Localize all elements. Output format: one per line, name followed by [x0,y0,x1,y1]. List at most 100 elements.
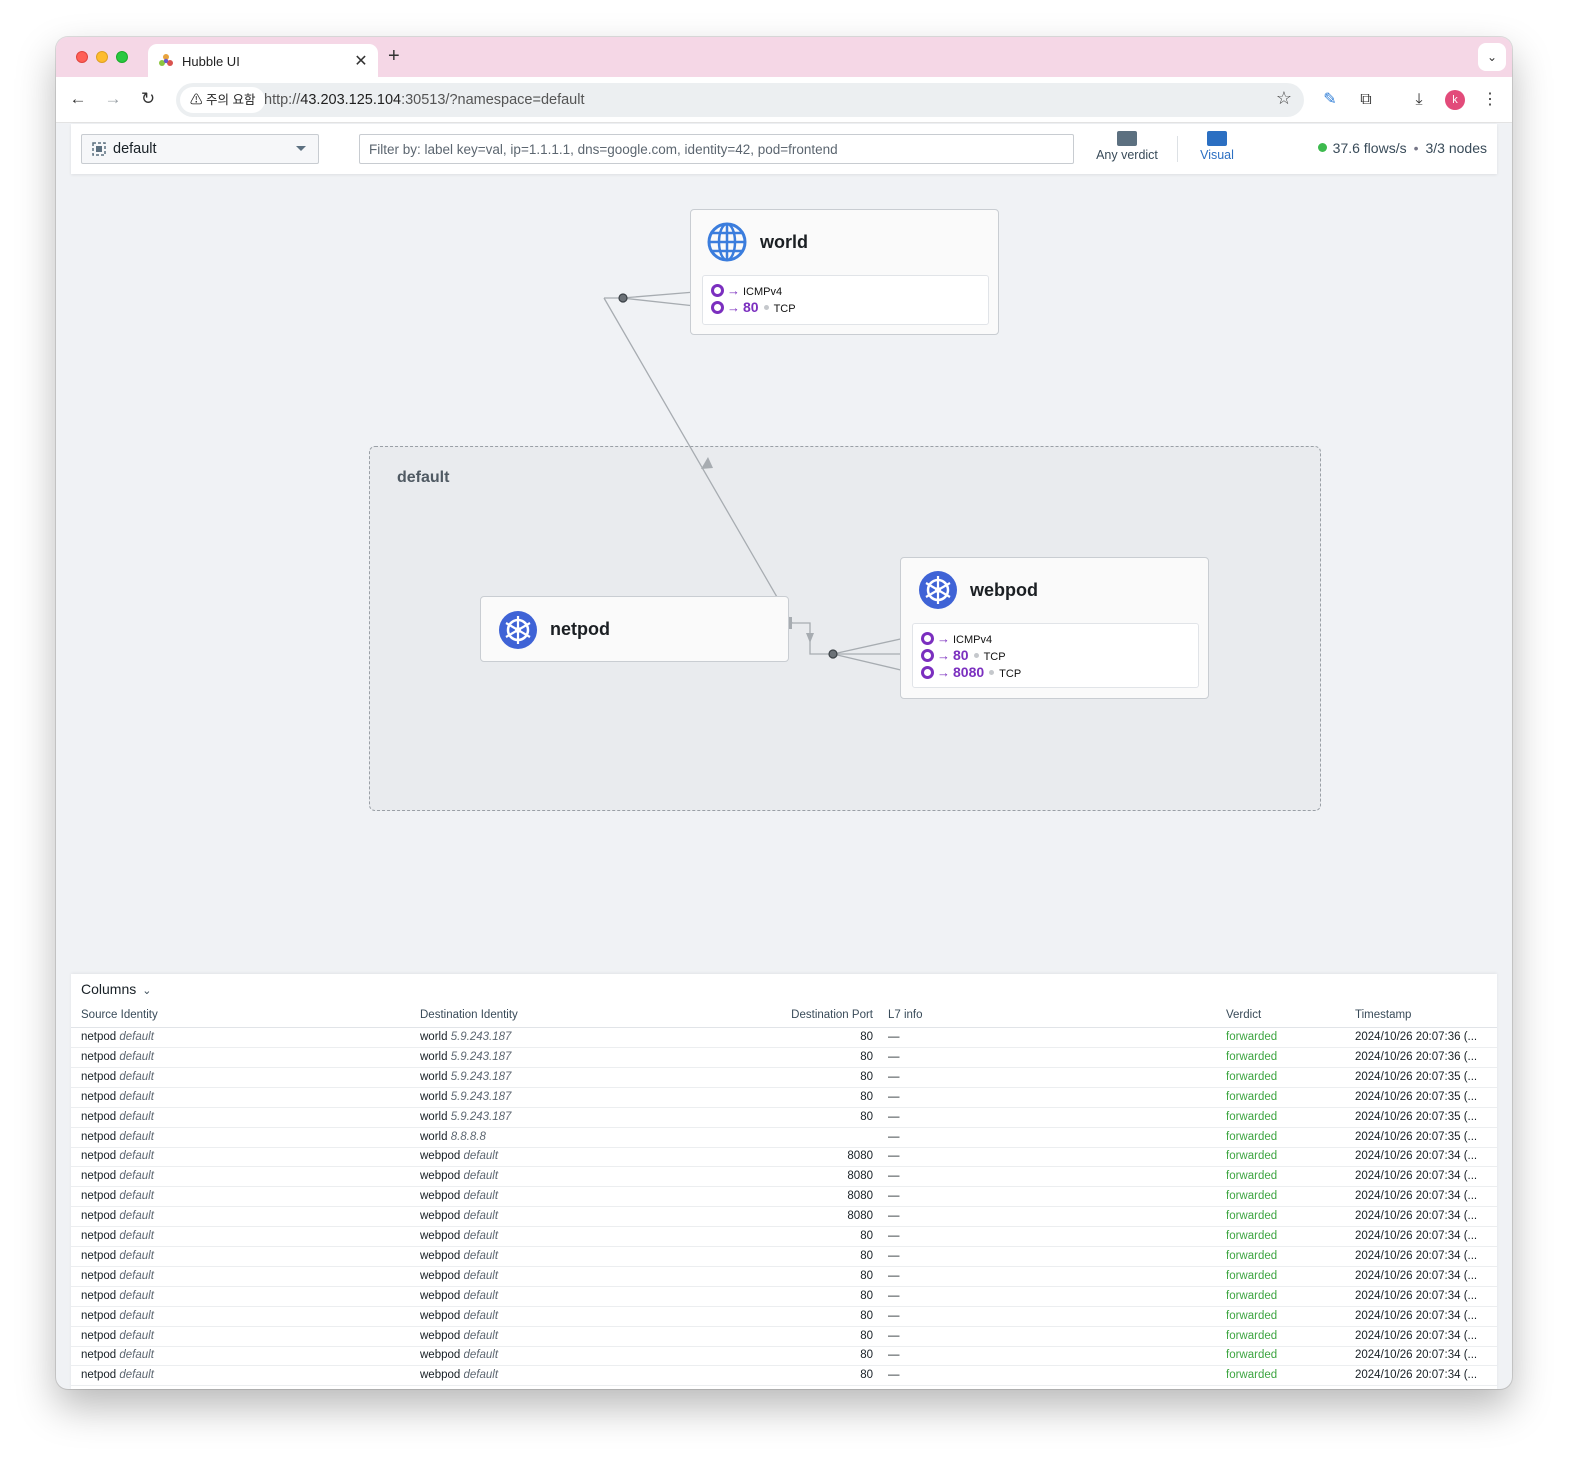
stats-separator: • [1413,140,1419,156]
destination-identity-cell: world 8.8.8.8 [420,1131,486,1143]
table-row[interactable]: netpod default webpod default 8080— forward… [71,1207,1497,1228]
webpod-card[interactable]: webpod → ICMPv4 → 80 TCP → 8080 TCP [900,557,1209,699]
kubernetes-icon [499,611,537,649]
extension-pen-icon[interactable]: ✎ [1317,87,1343,113]
profile-avatar[interactable]: k [1445,90,1465,110]
table-row[interactable]: netpod default world 5.9.243.187 80 — forwar… [71,1048,1497,1068]
table-row[interactable]: netpod default webpod default 80— forwarded… [71,1287,1497,1307]
url-scheme: http:// [264,92,301,108]
close-tab-icon[interactable]: ✕ [352,51,370,71]
new-tab-button[interactable]: + [388,45,400,68]
header-timestamp[interactable]: Timestamp [1355,1009,1411,1021]
verdict-filter-button[interactable]: Any verdict [1091,131,1163,167]
table-row[interactable]: netpod default world 5.9.243.187 80 — forwar… [71,1068,1497,1088]
table-row[interactable]: netpod default webpod default 80— forwarded… [71,1346,1497,1367]
arrow-right-icon: → [727,300,740,315]
url-path: :30513/?namespace=default [401,92,585,108]
visual-toggle-button[interactable]: Visual [1193,131,1241,167]
source-namespace: default [119,1150,154,1163]
source-identity-cell: netpod default [81,1091,154,1103]
filter-input[interactable] [359,134,1074,164]
port-protocol: ICMPv4 [743,286,783,298]
destination-name: webpod [420,1190,461,1203]
close-window-button[interactable] [76,51,88,63]
separator-dot [763,305,769,310]
maximize-window-button[interactable] [116,51,128,63]
destination-detail: 8.8.8.8 [450,1130,486,1143]
address-bar[interactable]: ⚠ 주의 요함 http://43.203.125.104:30513/?nam… [176,83,1304,117]
destination-identity-cell: webpod default [420,1150,498,1162]
columns-dropdown-button[interactable]: Columns ⌄ [81,981,151,997]
hubble-top-bar: default Any verdict Visual 37.6 flows/s •… [71,124,1497,174]
world-port-80[interactable]: → 80 TCP [711,299,796,315]
header-destination-port[interactable]: Destination Port [771,1009,873,1021]
destination-name: webpod [420,1349,461,1362]
timestamp-cell: 2024/10/26 20:07:34 (... [1355,1170,1478,1183]
table-row[interactable]: netpod default webpod default 80— forwarded… [71,1247,1497,1267]
security-warning-chip[interactable]: ⚠ 주의 요함 [180,87,266,113]
header-l7-info[interactable]: L7 info [888,1009,923,1021]
destination-port-cell: 8080 [847,1210,873,1223]
destination-name: webpod [420,1309,461,1322]
menu-kebab-icon[interactable]: ⋮ [1477,87,1503,113]
table-row[interactable]: netpod default world 8.8.8.8 — forwarded 202… [71,1128,1497,1148]
destination-port-cell: 8080 [847,1190,873,1203]
nodes-count: 3/3 nodes [1425,140,1488,156]
netpod-card[interactable]: netpod [480,596,789,662]
table-row[interactable]: netpod default world 5.9.243.187 80 — forwar… [71,1108,1497,1128]
table-row[interactable]: netpod default webpod default 80— forwarded… [71,1307,1497,1327]
table-row[interactable]: netpod default webpod default 80— forwarded… [71,1366,1497,1387]
destination-port-cell: 80 [860,1349,873,1362]
header-source-identity[interactable]: Source Identity [81,1009,158,1021]
bookmark-star-icon[interactable]: ☆ [1276,88,1292,109]
header-destination-identity[interactable]: Destination Identity [420,1009,518,1021]
forward-arrow-icon[interactable]: → [101,87,125,111]
world-port-icmp[interactable]: → ICMPv4 [711,283,782,299]
verdict-label: Any verdict [1096,148,1158,162]
timestamp-cell: 2024/10/26 20:07:34 (... [1355,1309,1478,1322]
destination-name: world [420,1070,448,1083]
back-arrow-icon[interactable]: ← [66,87,90,111]
timestamp-cell: 2024/10/26 20:07:34 (... [1355,1210,1478,1223]
table-row[interactable]: netpod default world 5.9.243.187 80 — forwar… [71,1088,1497,1108]
tab-search-chevron-icon[interactable]: ⌄ [1478,43,1506,71]
header-verdict[interactable]: Verdict [1226,1009,1261,1021]
webpod-port-icmp[interactable]: → ICMPv4 [921,631,992,647]
table-row[interactable]: netpod default webpod default 80— forwarded… [71,1227,1497,1247]
extensions-puzzle-icon[interactable]: ⧉ [1353,87,1379,113]
destination-identity-cell: webpod default [420,1310,498,1322]
world-card[interactable]: world → ICMPv4 → 80 TCP [690,209,999,335]
destination-name: webpod [420,1329,461,1342]
arrow-right-icon: → [937,631,950,646]
destination-detail: 5.9.243.187 [450,1070,512,1083]
minimize-window-button[interactable] [96,51,108,63]
l7-info-cell: — [888,1309,900,1322]
webpod-port-8080[interactable]: → 8080 TCP [921,664,1021,680]
port-ring-icon [921,649,934,662]
table-row[interactable]: netpod default world 5.9.243.187 80 — forwar… [71,1028,1497,1048]
table-row[interactable]: netpod default webpod default 80— forwarded… [71,1267,1497,1287]
download-icon[interactable]: ⤓ [1406,87,1432,113]
table-row[interactable]: netpod default webpod default 8080— forward… [71,1167,1497,1188]
table-row[interactable]: netpod default webpod default 80— forwarded… [71,1327,1497,1347]
l7-info-cell: — [888,1070,900,1083]
service-map[interactable]: default world → ICMPv4 → 80 TCP netpod w… [56,174,1512,974]
reload-icon[interactable]: ↻ [136,87,160,111]
table-row[interactable]: netpod default webpod default 8080— forward… [71,1147,1497,1168]
tab-hubble-ui[interactable]: Hubble UI ✕ [148,44,378,77]
url-text[interactable]: http://43.203.125.104:30513/?namespace=d… [264,92,585,108]
source-namespace: default [119,1349,154,1362]
webpod-port-80[interactable]: → 80 TCP [921,647,1006,663]
source-identity-cell: netpod default [81,1230,154,1242]
port-number: 8080 [953,664,985,680]
namespace-selector[interactable]: default [81,134,319,164]
source-identity-cell: netpod default [81,1310,154,1322]
timestamp-cell: 2024/10/26 20:07:34 (... [1355,1190,1478,1203]
timestamp-cell: 2024/10/26 20:07:34 (... [1355,1289,1478,1302]
port-protocol: TCP [999,668,1022,680]
hubble-favicon-icon [159,54,173,66]
table-row[interactable]: netpod default webpod default 8080— forward… [71,1187,1497,1208]
verdict-cell: forwarded [1226,1170,1278,1183]
tab-title: Hubble UI [182,54,240,69]
source-identity-cell: netpod default [81,1051,154,1063]
